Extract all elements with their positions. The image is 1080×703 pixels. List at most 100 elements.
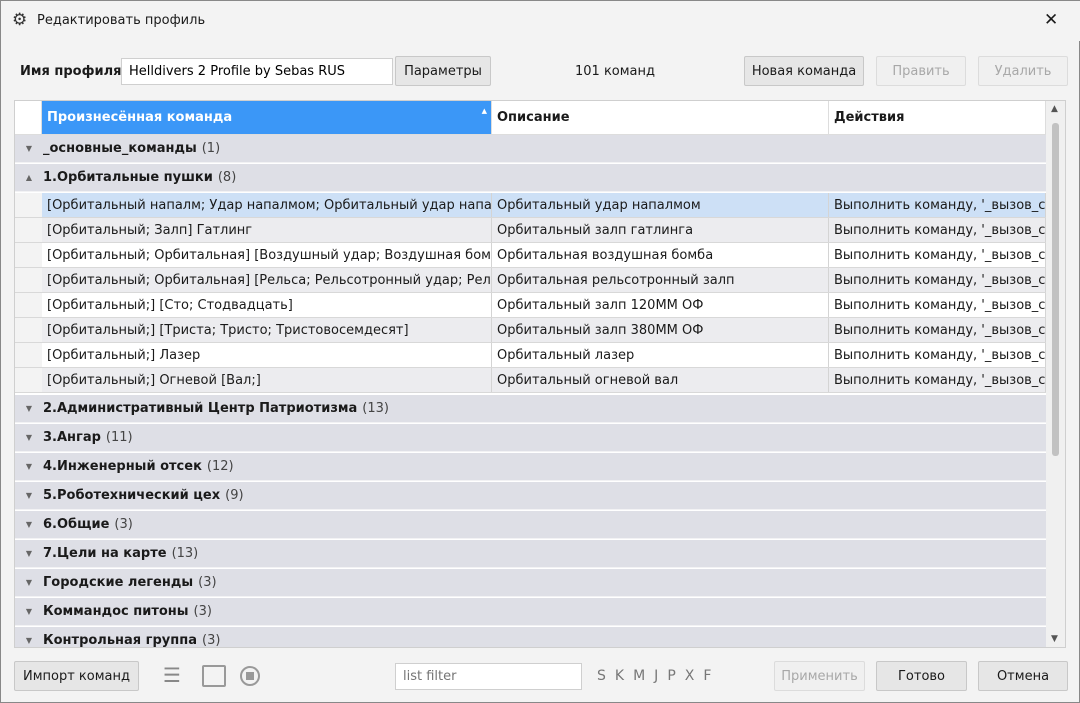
actions-cell: Выполнить команду, '_вызов_ст <box>829 318 1046 342</box>
list-view-icon[interactable]: ☰ <box>163 663 181 687</box>
expand-icon[interactable]: ▼ <box>15 462 43 471</box>
gear-icon: ⚙ <box>12 10 28 30</box>
command-cell: [Орбитальный; Орбитальная] [Рельса; Рель… <box>42 268 492 292</box>
description-cell: Орбитальный удар напалмом <box>492 193 829 217</box>
filter-letter-s[interactable]: S <box>597 668 606 684</box>
group-row[interactable]: ▼ 5.Роботехнический цех (9) <box>15 482 1046 510</box>
column-header-actions[interactable]: Действия <box>829 101 1046 135</box>
command-row[interactable]: [Орбитальный; Орбитальная] [Воздушный уд… <box>15 243 1046 268</box>
command-row[interactable]: [Орбитальный;] Лазер Орбитальный лазер Вып… <box>15 343 1046 368</box>
header-spacer <box>15 101 42 135</box>
filter-letter-m[interactable]: M <box>633 668 645 684</box>
description-cell: Орбитальная воздушная бомба <box>492 243 829 267</box>
expand-icon[interactable]: ▼ <box>15 144 43 153</box>
expand-icon[interactable]: ▼ <box>15 549 43 558</box>
command-count: 101 команд <box>575 64 656 79</box>
group-row[interactable]: ▼ 3.Ангар (11) <box>15 424 1046 452</box>
command-row[interactable]: [Орбитальный; Орбитальная] [Рельса; Рель… <box>15 268 1046 293</box>
command-row[interactable]: [Орбитальный; Залп] Гатлинг Орбитальный з… <box>15 218 1046 243</box>
list-filter-input[interactable] <box>395 663 582 690</box>
group-name: 4.Инженерный отсек <box>43 459 202 474</box>
group-row[interactable]: ▼ 7.Цели на карте (13) <box>15 540 1046 568</box>
scroll-thumb[interactable] <box>1052 123 1059 456</box>
command-row[interactable]: [Орбитальный напалм; Удар напалмом; Орби… <box>15 193 1046 218</box>
expand-icon[interactable]: ▼ <box>15 404 43 413</box>
group-name: 7.Цели на карте <box>43 546 167 561</box>
expand-icon[interactable]: ▼ <box>15 607 43 616</box>
profile-name-input[interactable] <box>121 58 393 85</box>
windows-icon[interactable] <box>202 665 226 687</box>
group-count: (8) <box>217 170 237 185</box>
description-cell: Орбитальный лазер <box>492 343 829 367</box>
group-row[interactable]: ▼ 6.Общие (3) <box>15 511 1046 539</box>
group-row[interactable]: ▼ Контрольная группа (3) <box>15 627 1046 648</box>
group-count: (9) <box>225 488 244 503</box>
group-count: (1) <box>201 141 221 156</box>
description-cell: Орбитальный залп 380ММ ОФ <box>492 318 829 342</box>
scroll-down-icon[interactable]: ▼ <box>1051 634 1058 644</box>
description-cell: Орбитальная рельсотронный залп <box>492 268 829 292</box>
actions-cell: Выполнить команду, '_вызов_ст <box>829 293 1046 317</box>
expand-icon[interactable]: ▼ <box>15 636 43 645</box>
import-button[interactable]: Импорт команд <box>14 661 139 691</box>
apply-button[interactable]: Применить <box>774 661 865 691</box>
params-button[interactable]: Параметры <box>395 56 491 86</box>
column-header-command[interactable]: Произнесённая команда ▲ <box>42 101 492 135</box>
new-command-button[interactable]: Новая команда <box>744 56 864 86</box>
sort-asc-icon: ▲ <box>481 107 487 115</box>
column-label: Произнесённая команда <box>47 110 233 125</box>
expand-icon[interactable]: ▼ <box>15 433 43 442</box>
scroll-up-icon[interactable]: ▲ <box>1051 104 1058 114</box>
group-name: _основные_команды <box>43 141 197 156</box>
description-cell: Орбитальный залп гатлинга <box>492 218 829 242</box>
group-row[interactable]: ▼ Городские легенды (3) <box>15 569 1046 597</box>
command-cell: [Орбитальный;] [Триста; Тристо; Тристово… <box>42 318 492 342</box>
filter-letter-x[interactable]: X <box>685 668 695 684</box>
close-icon[interactable]: ✕ <box>1044 10 1058 30</box>
command-cell: [Орбитальный напалм; Удар напалмом; Орби… <box>42 193 492 217</box>
expand-icon[interactable]: ▼ <box>15 578 43 587</box>
stop-icon[interactable] <box>240 666 260 686</box>
group-name: Городские легенды <box>43 575 194 590</box>
command-cell: [Орбитальный;] Огневой [Вал;] <box>42 368 492 392</box>
actions-cell: Выполнить команду, '_вызов_ст <box>829 368 1046 392</box>
expand-icon[interactable]: ▼ <box>15 491 43 500</box>
actions-cell: Выполнить команду, '_вызов_ст <box>829 268 1046 292</box>
column-header-description[interactable]: Описание <box>492 101 829 135</box>
cancel-button[interactable]: Отмена <box>978 661 1068 691</box>
edit-button[interactable]: Править <box>876 56 966 86</box>
description-cell: Орбитальный огневой вал <box>492 368 829 392</box>
actions-cell: Выполнить команду, '_вызов_ст <box>829 193 1046 217</box>
vertical-scrollbar[interactable]: ▲ ▼ <box>1046 101 1065 647</box>
command-row[interactable]: [Орбитальный;] Огневой [Вал;] Орбитальный… <box>15 368 1046 393</box>
filter-letter-k[interactable]: K <box>615 668 624 684</box>
group-name: 1.Орбитальные пушки <box>43 170 213 185</box>
description-cell: Орбитальный залп 120ММ ОФ <box>492 293 829 317</box>
done-button[interactable]: Готово <box>876 661 967 691</box>
command-cell: [Орбитальный;] [Сто; Стодвадцать] <box>42 293 492 317</box>
group-row[interactable]: ▼ _основные_команды (1) <box>15 135 1046 163</box>
command-row[interactable]: [Орбитальный;] [Сто; Стодвадцать] Орбитал… <box>15 293 1046 318</box>
group-count: (13) <box>362 401 389 416</box>
command-cell: [Орбитальный; Орбитальная] [Воздушный уд… <box>42 243 492 267</box>
group-row[interactable]: ▲ 1.Орбитальные пушки (8) <box>15 164 1046 192</box>
group-name: 6.Общие <box>43 517 110 532</box>
group-row[interactable]: ▼ Коммандос питоны (3) <box>15 598 1046 626</box>
group-count: (3) <box>198 575 217 590</box>
group-row[interactable]: ▼ 4.Инженерный отсек (12) <box>15 453 1046 481</box>
group-name: Коммандос питоны <box>43 604 189 619</box>
group-count: (11) <box>105 430 133 445</box>
filter-letter-j[interactable]: J <box>654 668 658 684</box>
collapse-icon[interactable]: ▲ <box>15 173 43 182</box>
group-row[interactable]: ▼ 2.Административный Центр Патриотизма (13… <box>15 395 1046 423</box>
filter-letter-p[interactable]: P <box>667 668 675 684</box>
command-cell: [Орбитальный; Залп] Гатлинг <box>42 218 492 242</box>
filter-letter-f[interactable]: F <box>703 668 711 684</box>
expand-icon[interactable]: ▼ <box>15 520 43 529</box>
actions-cell: Выполнить команду, '_вызов_ст <box>829 343 1046 367</box>
command-row[interactable]: [Орбитальный;] [Триста; Тристо; Тристово… <box>15 318 1046 343</box>
group-count: (12) <box>206 459 234 474</box>
delete-button[interactable]: Удалить <box>978 56 1068 86</box>
group-count: (3) <box>202 633 221 648</box>
title-bar: ⚙ Редактировать профиль ✕ <box>1 1 1080 41</box>
